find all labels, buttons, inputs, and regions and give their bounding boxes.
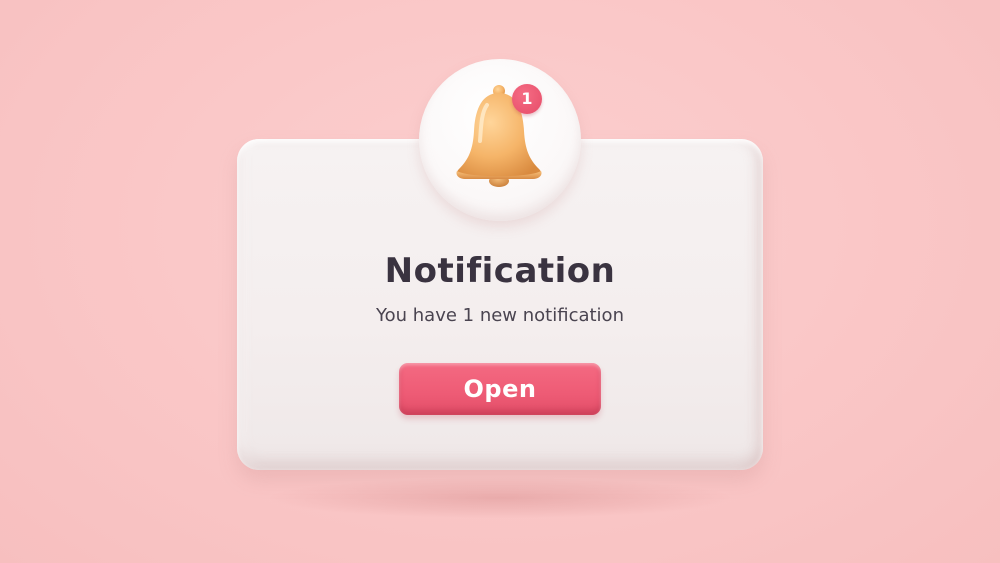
notification-scene: Notification You have 1 new notification… <box>0 0 1000 563</box>
open-button[interactable]: Open <box>399 363 601 415</box>
notification-count-badge: 1 <box>512 84 542 114</box>
bell-icon <box>456 85 542 187</box>
floor-shadow <box>270 478 730 518</box>
bell-avatar-circle: 1 <box>419 59 581 221</box>
notification-title: Notification <box>384 251 616 291</box>
notification-message: You have 1 new notification <box>376 305 624 326</box>
